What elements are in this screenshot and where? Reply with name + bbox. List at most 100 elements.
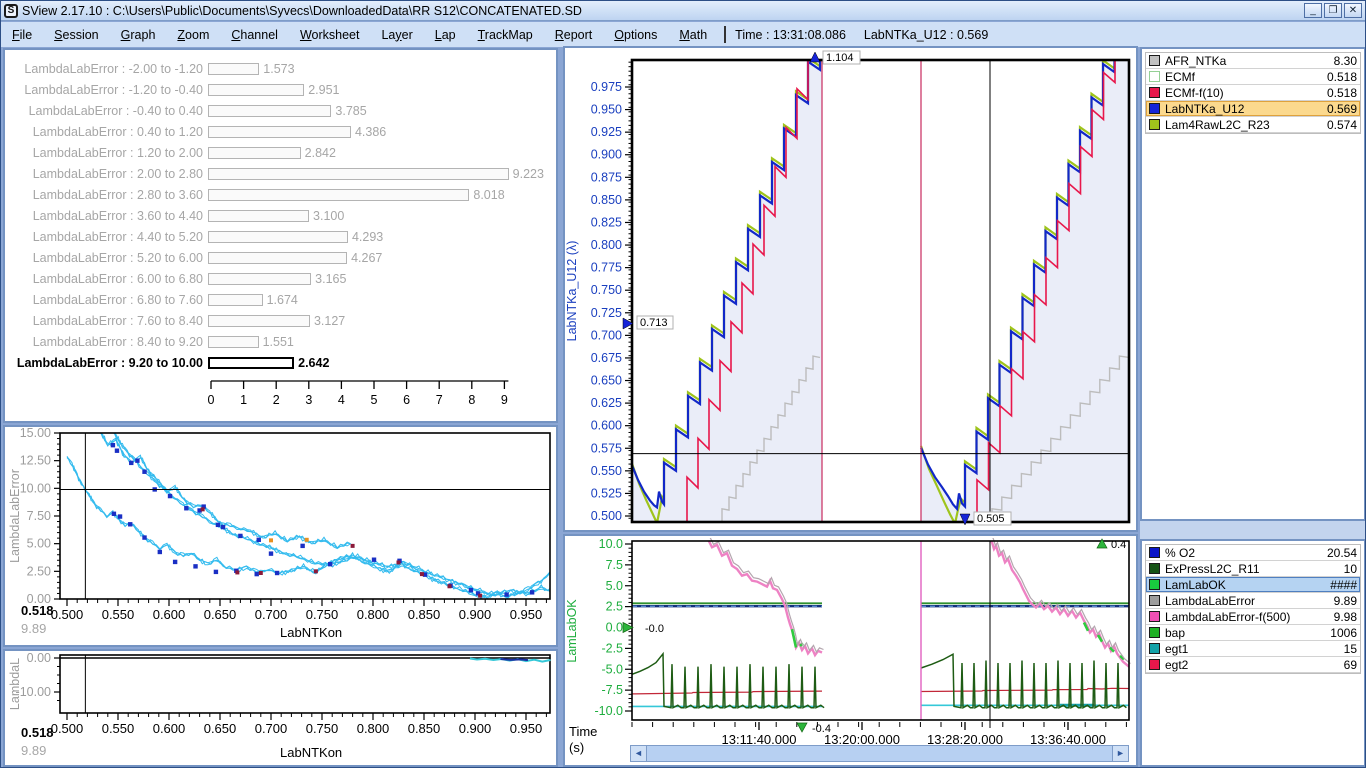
svg-text:0.575: 0.575 — [591, 441, 622, 455]
channel-color-swatch — [1149, 643, 1160, 654]
channel-row-ecmf-f-10-[interactable]: ECMf-f(10)0.518 — [1146, 85, 1360, 101]
histogram-row[interactable]: LambdaLabError : 9.20 to 10.002.642 — [5, 352, 556, 373]
menu-item-layer[interactable]: Layer — [370, 26, 423, 44]
menu-item-file[interactable]: File — [1, 26, 43, 44]
svg-text:4: 4 — [338, 393, 345, 407]
svg-text:0.600: 0.600 — [153, 721, 186, 736]
svg-text:0.725: 0.725 — [591, 306, 622, 320]
svg-text:7.5: 7.5 — [606, 558, 623, 572]
channel-row-lamlabok[interactable]: LamLabOK#### — [1146, 577, 1360, 593]
title-bar[interactable]: S SView 2.17.10 : C:\Users\Public\Docume… — [1, 1, 1365, 21]
menu-item-options[interactable]: Options — [603, 26, 668, 44]
channel-row-labntka-u12[interactable]: LabNTKa_U120.569 — [1146, 101, 1360, 117]
histogram-row[interactable]: LambdaLabError : -1.20 to -0.402.951 — [5, 79, 556, 100]
histogram-row[interactable]: LambdaLabError : 5.20 to 6.004.267 — [5, 247, 556, 268]
svg-text:0.500: 0.500 — [591, 509, 622, 523]
svg-text:0.0: 0.0 — [606, 621, 623, 635]
menu-item-lap[interactable]: Lap — [424, 26, 467, 44]
minimize-button[interactable]: _ — [1304, 3, 1322, 18]
menu-item-channel[interactable]: Channel — [220, 26, 289, 44]
svg-text:7.50: 7.50 — [27, 509, 51, 523]
lower-chart[interactable]: 10.07.55.02.50.0-2.5-5.0-7.5-10.013:11:4… — [565, 536, 1136, 765]
svg-text:0.825: 0.825 — [591, 215, 622, 229]
svg-text:2.5: 2.5 — [606, 600, 623, 614]
main-chart[interactable]: 0.9750.9500.9250.9000.8750.8500.8250.800… — [565, 48, 1136, 530]
svg-text:0.713: 0.713 — [640, 317, 668, 329]
histogram-row[interactable]: LambdaLabError : 8.40 to 9.201.551 — [5, 331, 556, 352]
histogram-row[interactable]: LambdaLabError : 7.60 to 8.403.127 — [5, 310, 556, 331]
channel-row-lam4rawl2c-r23[interactable]: Lam4RawL2C_R230.574 — [1146, 117, 1360, 133]
channel-list-bottom-panel: % O220.54ExPressL2C_R1110LamLabOK####Lam… — [1140, 539, 1366, 767]
menu-item-session[interactable]: Session — [43, 26, 109, 44]
channel-row--o2[interactable]: % O220.54 — [1146, 545, 1360, 561]
histogram-row[interactable]: LambdaLabError : 6.00 to 6.803.165 — [5, 268, 556, 289]
status-channel: LabNTKa_U12 : 0.569 — [864, 28, 988, 42]
channel-row-lambdalaberror[interactable]: LambdaLabError9.89 — [1146, 593, 1360, 609]
channel-row-egt2[interactable]: egt269 — [1146, 657, 1360, 673]
svg-text:0.975: 0.975 — [591, 80, 622, 94]
histogram-row[interactable]: LambdaLabError : 4.40 to 5.204.293 — [5, 226, 556, 247]
svg-text:0.650: 0.650 — [204, 607, 237, 622]
app-icon: S — [4, 4, 18, 18]
channel-color-swatch — [1149, 71, 1160, 82]
svg-text:9: 9 — [501, 393, 508, 407]
menu-item-math[interactable]: Math — [668, 26, 718, 44]
histogram-row[interactable]: LambdaLabError : 6.80 to 7.601.674 — [5, 289, 556, 310]
svg-text:0.750: 0.750 — [306, 721, 339, 736]
svg-text:-7.5: -7.5 — [601, 683, 623, 697]
restore-button[interactable]: ❐ — [1324, 3, 1342, 18]
svg-text:5.00: 5.00 — [27, 537, 51, 551]
histogram-row[interactable]: LambdaLabError : 3.60 to 4.403.100 — [5, 205, 556, 226]
svg-text:LabNTKa_U12 (λ): LabNTKa_U12 (λ) — [565, 241, 579, 342]
time-scrollbar[interactable]: ◄ ► — [630, 745, 1129, 762]
channel-row-bap[interactable]: bap1006 — [1146, 625, 1360, 641]
histogram-row[interactable]: LambdaLabError : -2.00 to -1.201.573 — [5, 58, 556, 79]
svg-text:0.600: 0.600 — [591, 419, 622, 433]
svg-text:0.750: 0.750 — [306, 607, 339, 622]
mini-chart[interactable]: 0.00-10.000.5000.5500.6000.6500.7000.750… — [5, 651, 556, 743]
channel-row-lambdalaberror-f-500-[interactable]: LambdaLabError-f(500)9.98 — [1146, 609, 1360, 625]
svg-text:0.775: 0.775 — [591, 261, 622, 275]
histogram-row[interactable]: LambdaLabError : 2.80 to 3.608.018 — [5, 184, 556, 205]
svg-text:LambdaL: LambdaL — [8, 658, 22, 710]
svg-text:7: 7 — [436, 393, 443, 407]
scrollbar-left-arrow[interactable]: ◄ — [630, 745, 647, 762]
channel-list-bottom: % O220.54ExPressL2C_R1110LamLabOK####Lam… — [1145, 544, 1361, 674]
svg-text:0.550: 0.550 — [591, 464, 622, 478]
channel-row-afr-ntka[interactable]: AFR_NTKa8.30 — [1146, 53, 1360, 69]
mini-cursor-y: 9.89 — [21, 743, 46, 758]
channel-color-swatch — [1149, 119, 1160, 130]
histogram-row[interactable]: LambdaLabError : -0.40 to 0.403.785 — [5, 100, 556, 121]
svg-text:0.500: 0.500 — [51, 721, 84, 736]
histogram-row[interactable]: LambdaLabError : 2.00 to 2.809.223 — [5, 163, 556, 184]
menu-item-trackmap[interactable]: TrackMap — [467, 26, 544, 44]
close-button[interactable]: ✕ — [1344, 3, 1362, 18]
svg-text:0.700: 0.700 — [255, 721, 288, 736]
svg-text:0.650: 0.650 — [204, 721, 237, 736]
histogram-axis: 0123456789 — [5, 376, 556, 421]
menu-items: FileSessionGraphZoomChannelWorksheetLaye… — [1, 26, 718, 44]
scrollbar-thumb[interactable] — [647, 745, 1112, 762]
svg-text:0.800: 0.800 — [357, 721, 390, 736]
channel-row-expressl2c-r11[interactable]: ExPressL2C_R1110 — [1146, 561, 1360, 577]
channel-color-swatch — [1149, 627, 1160, 638]
svg-text:0.800: 0.800 — [357, 607, 390, 622]
svg-text:0.850: 0.850 — [591, 193, 622, 207]
channel-row-egt1[interactable]: egt115 — [1146, 641, 1360, 657]
svg-text:0.550: 0.550 — [102, 721, 135, 736]
menu-item-report[interactable]: Report — [544, 26, 604, 44]
scrollbar-right-arrow[interactable]: ► — [1112, 745, 1129, 762]
histogram-row[interactable]: LambdaLabError : 0.40 to 1.204.386 — [5, 121, 556, 142]
channel-row-ecmf[interactable]: ECMf0.518 — [1146, 69, 1360, 85]
menu-separator — [724, 26, 726, 43]
histogram-row[interactable]: LambdaLabError : 1.20 to 2.002.842 — [5, 142, 556, 163]
svg-text:0.875: 0.875 — [591, 170, 622, 184]
svg-text:10.0: 10.0 — [599, 537, 623, 551]
menu-item-graph[interactable]: Graph — [110, 26, 167, 44]
menu-item-zoom[interactable]: Zoom — [166, 26, 220, 44]
channel-color-swatch — [1149, 87, 1160, 98]
menu-item-worksheet[interactable]: Worksheet — [289, 26, 371, 44]
scatter-chart[interactable]: 0.002.505.007.5010.0012.5015.000.5000.55… — [5, 427, 556, 645]
status-time: Time : 13:31:08.086 — [735, 28, 846, 42]
channel-color-swatch — [1149, 103, 1160, 114]
